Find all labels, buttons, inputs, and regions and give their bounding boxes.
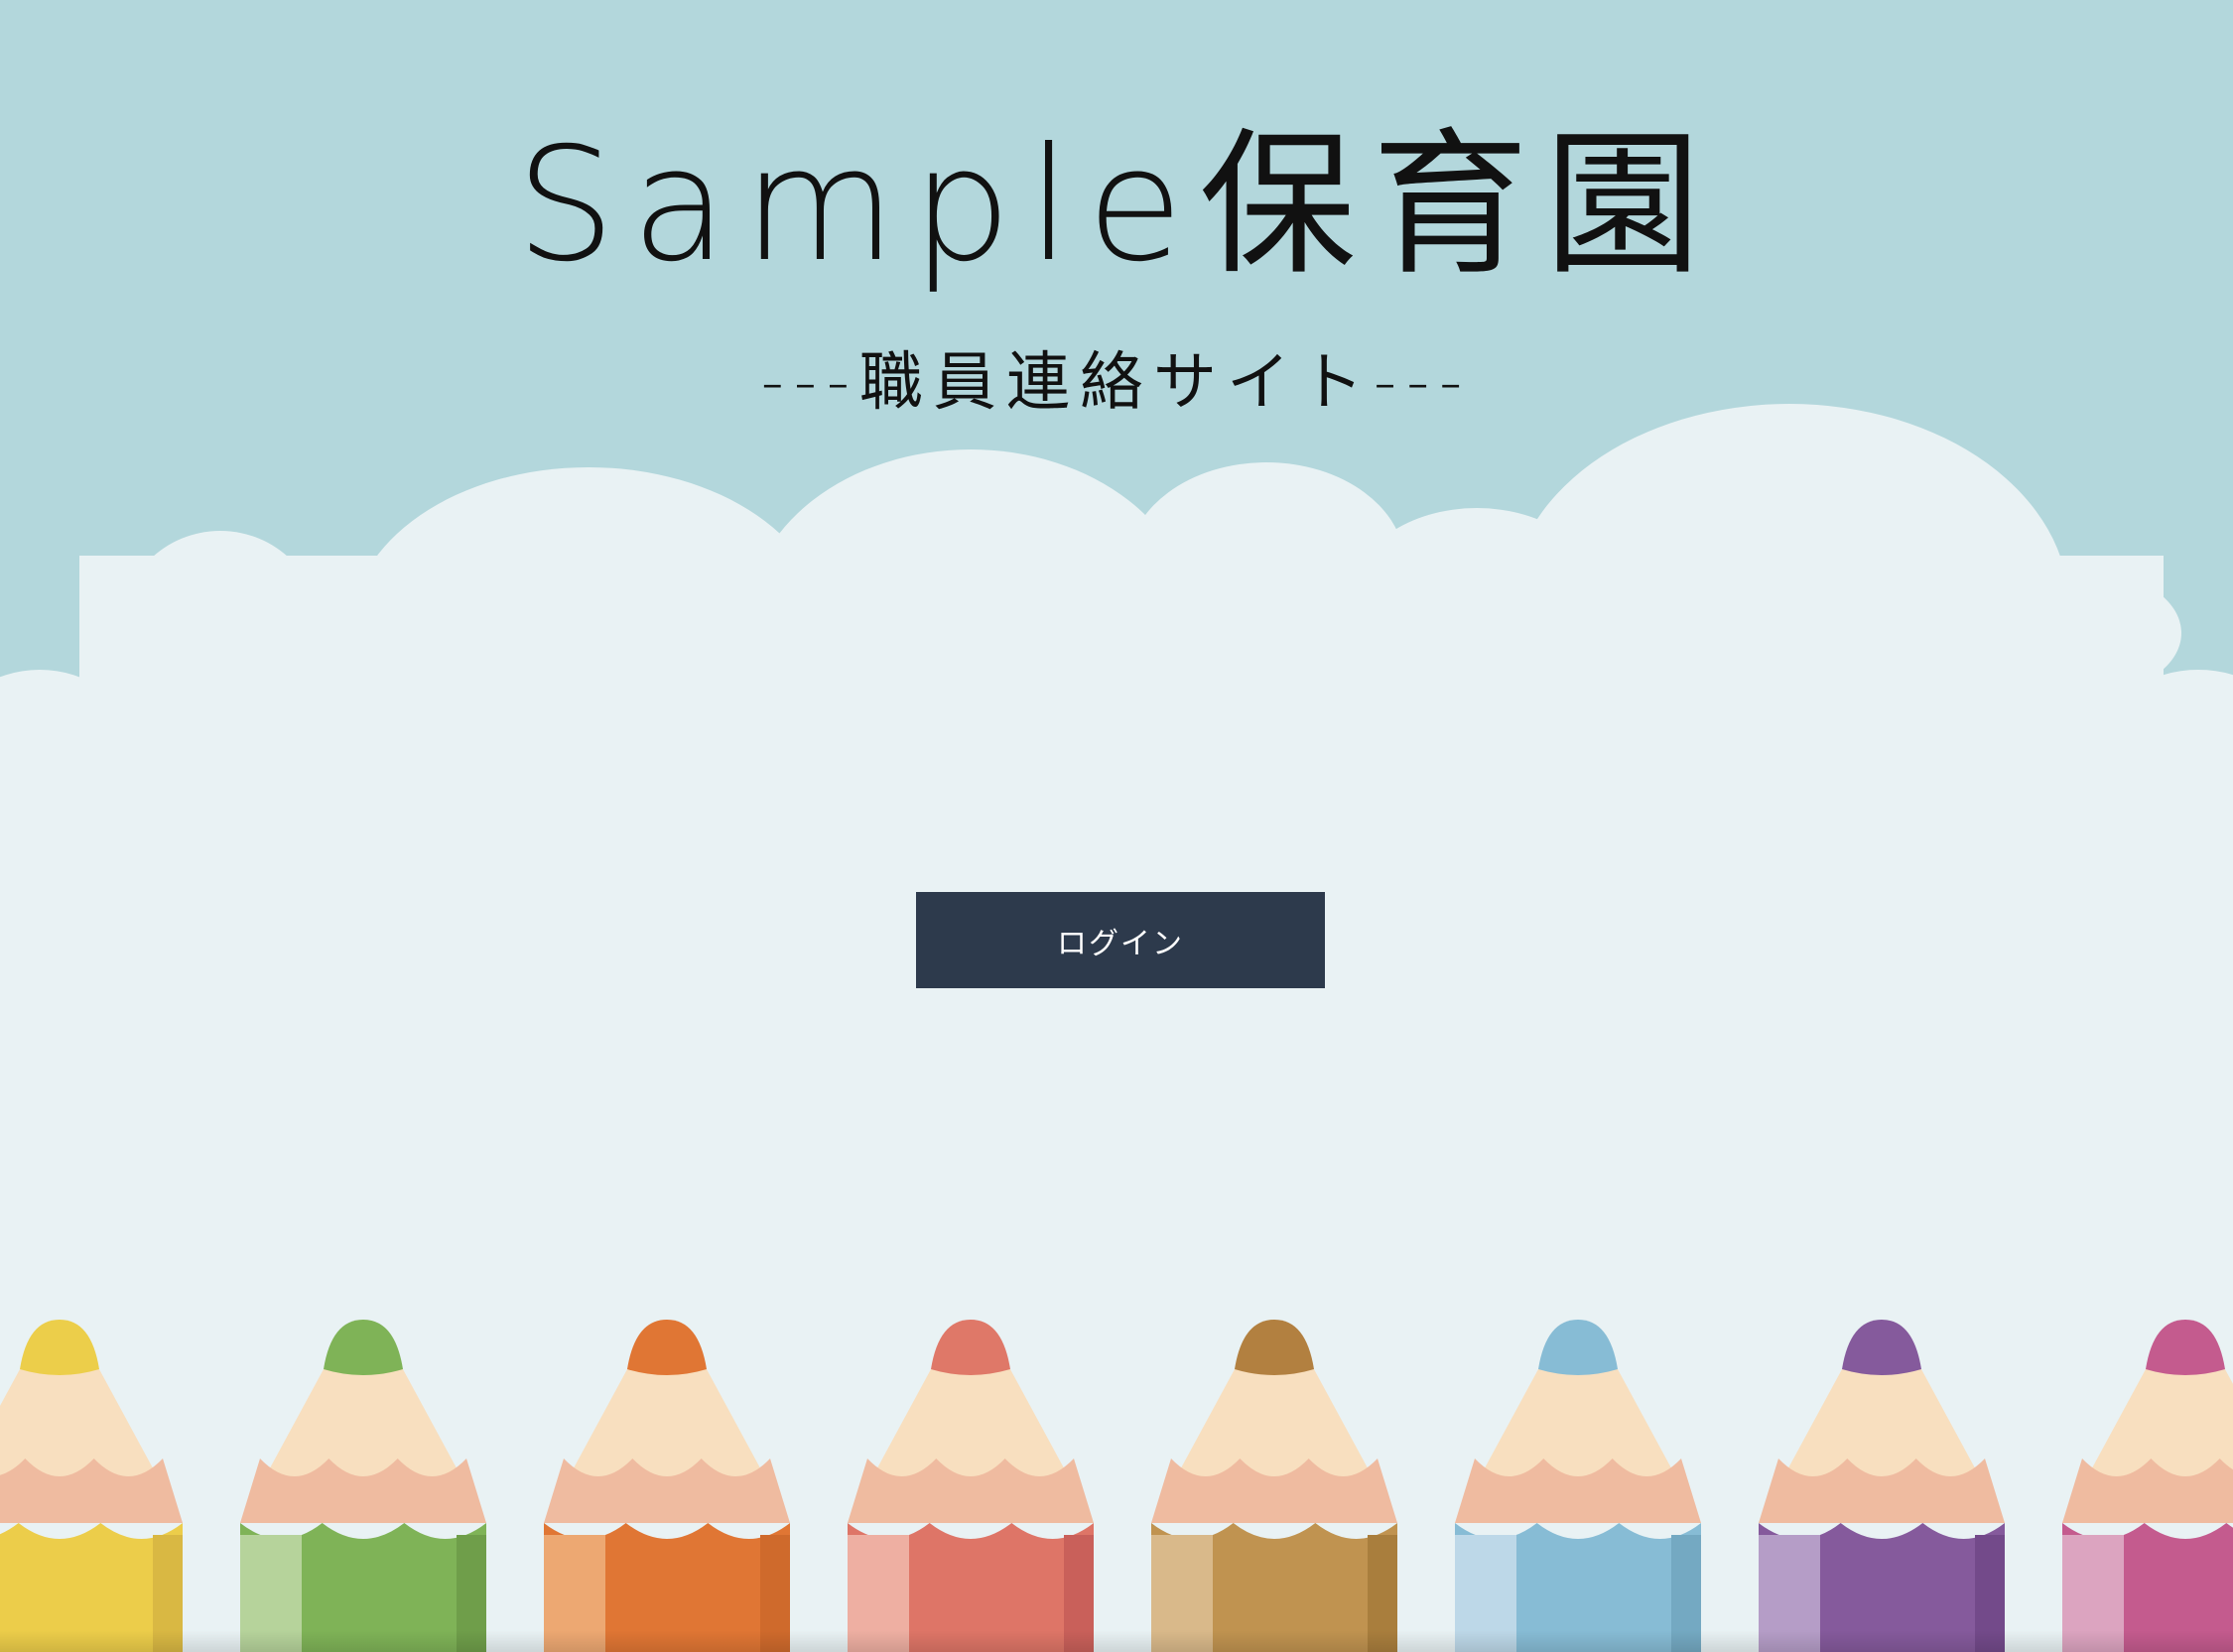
pencil-red <box>848 1320 1094 1652</box>
pencil-tip <box>627 1320 707 1375</box>
bottom-shadow <box>0 1630 2233 1652</box>
pencil-brown <box>1151 1320 1397 1652</box>
page-title: Sample保育園 <box>515 114 1718 297</box>
pencil-tip <box>20 1320 99 1375</box>
pencil-tip <box>931 1320 1010 1375</box>
pencil-tip <box>2146 1320 2225 1375</box>
pencil-yellow <box>0 1320 183 1652</box>
login-button[interactable]: ログイン <box>916 892 1325 988</box>
pencil-tip <box>324 1320 403 1375</box>
pencil-decoration <box>0 1320 2233 1652</box>
page-subtitle: ---職員連絡サイト--- <box>760 346 1473 420</box>
pencil-tip <box>1538 1320 1618 1375</box>
pencil-purple <box>1759 1320 2005 1652</box>
pencil-blue <box>1455 1320 1701 1652</box>
pencil-tip <box>1235 1320 1314 1375</box>
pencil-pink <box>2062 1320 2233 1652</box>
pencil-shaving <box>0 1459 183 1523</box>
pencil-orange <box>544 1320 790 1652</box>
pencil-green <box>240 1320 486 1652</box>
pencil-tip <box>1842 1320 1921 1375</box>
